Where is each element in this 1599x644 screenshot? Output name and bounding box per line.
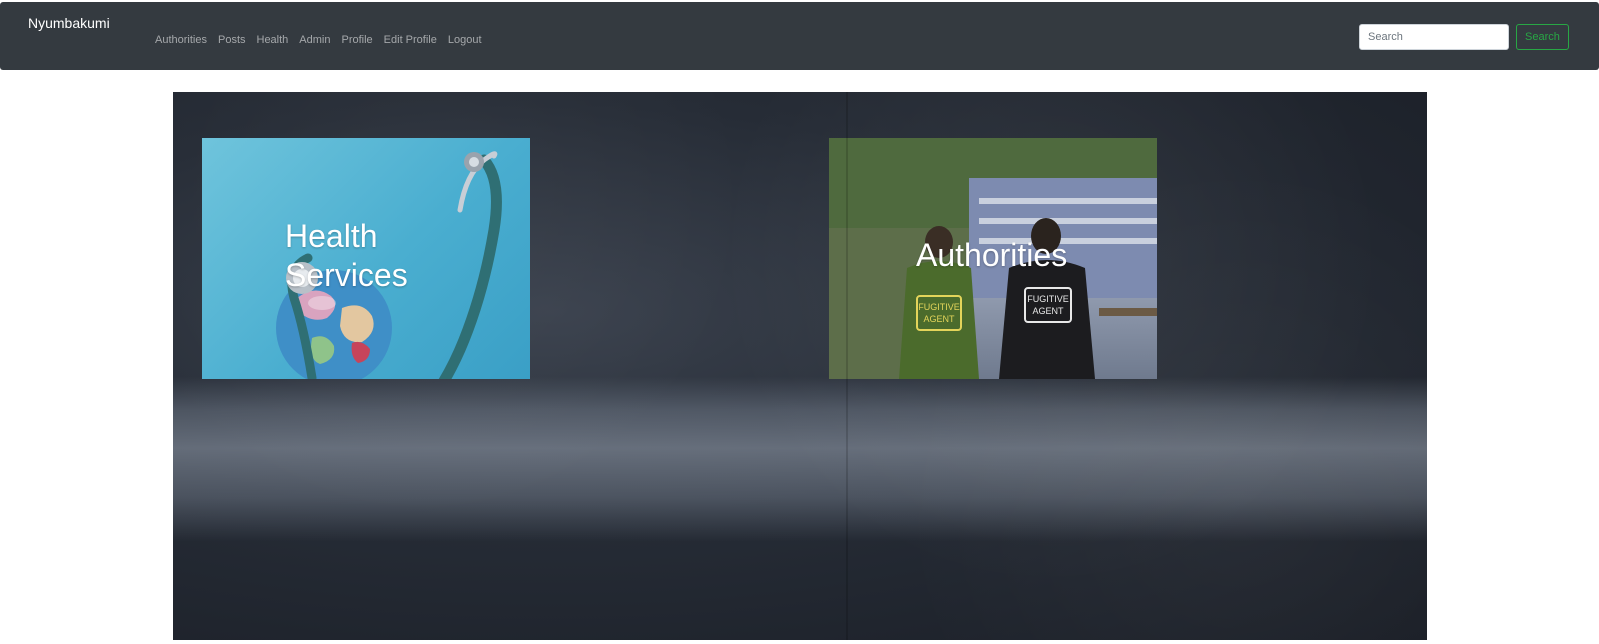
health-services-card[interactable]: Health Services (202, 138, 530, 379)
nav-link-authorities[interactable]: Authorities (155, 34, 207, 46)
nav-link-logout[interactable]: Logout (448, 34, 482, 46)
nav-item-edit-profile: Edit Profile (384, 30, 437, 48)
search-form: Search (1359, 24, 1569, 50)
nav-item-admin: Admin (299, 30, 330, 48)
nav-item-logout: Logout (448, 30, 482, 48)
health-services-title: Health Services (285, 218, 408, 293)
nav-link-admin[interactable]: Admin (299, 34, 330, 46)
hero-section: Health Services FUGITIVE AGENT FUGITIVE … (173, 92, 1427, 640)
nav-link-health[interactable]: Health (257, 34, 289, 46)
nav-item-profile: Profile (341, 30, 372, 48)
navbar: Nyumbakumi Authorities Posts Health Admi… (0, 2, 1599, 70)
nav-item-authorities: Authorities (155, 30, 207, 48)
brand-link[interactable]: Nyumbakumi (28, 15, 110, 31)
svg-text:FUGITIVE: FUGITIVE (918, 302, 960, 312)
search-button[interactable]: Search (1516, 24, 1569, 50)
nav-link-edit-profile[interactable]: Edit Profile (384, 34, 437, 46)
nav-item-posts: Posts (218, 30, 246, 48)
svg-text:AGENT: AGENT (1032, 306, 1064, 316)
nav-item-health: Health (257, 30, 289, 48)
nav-link-posts[interactable]: Posts (218, 34, 246, 46)
authorities-card[interactable]: FUGITIVE AGENT FUGITIVE AGENT Authoritie… (829, 138, 1157, 379)
nav-links: Authorities Posts Health Admin Profile E… (155, 30, 493, 48)
svg-text:FUGITIVE: FUGITIVE (1027, 294, 1069, 304)
search-input[interactable] (1359, 24, 1509, 50)
svg-text:AGENT: AGENT (923, 314, 955, 324)
authorities-title: Authorities (916, 237, 1068, 273)
nav-link-profile[interactable]: Profile (341, 34, 372, 46)
